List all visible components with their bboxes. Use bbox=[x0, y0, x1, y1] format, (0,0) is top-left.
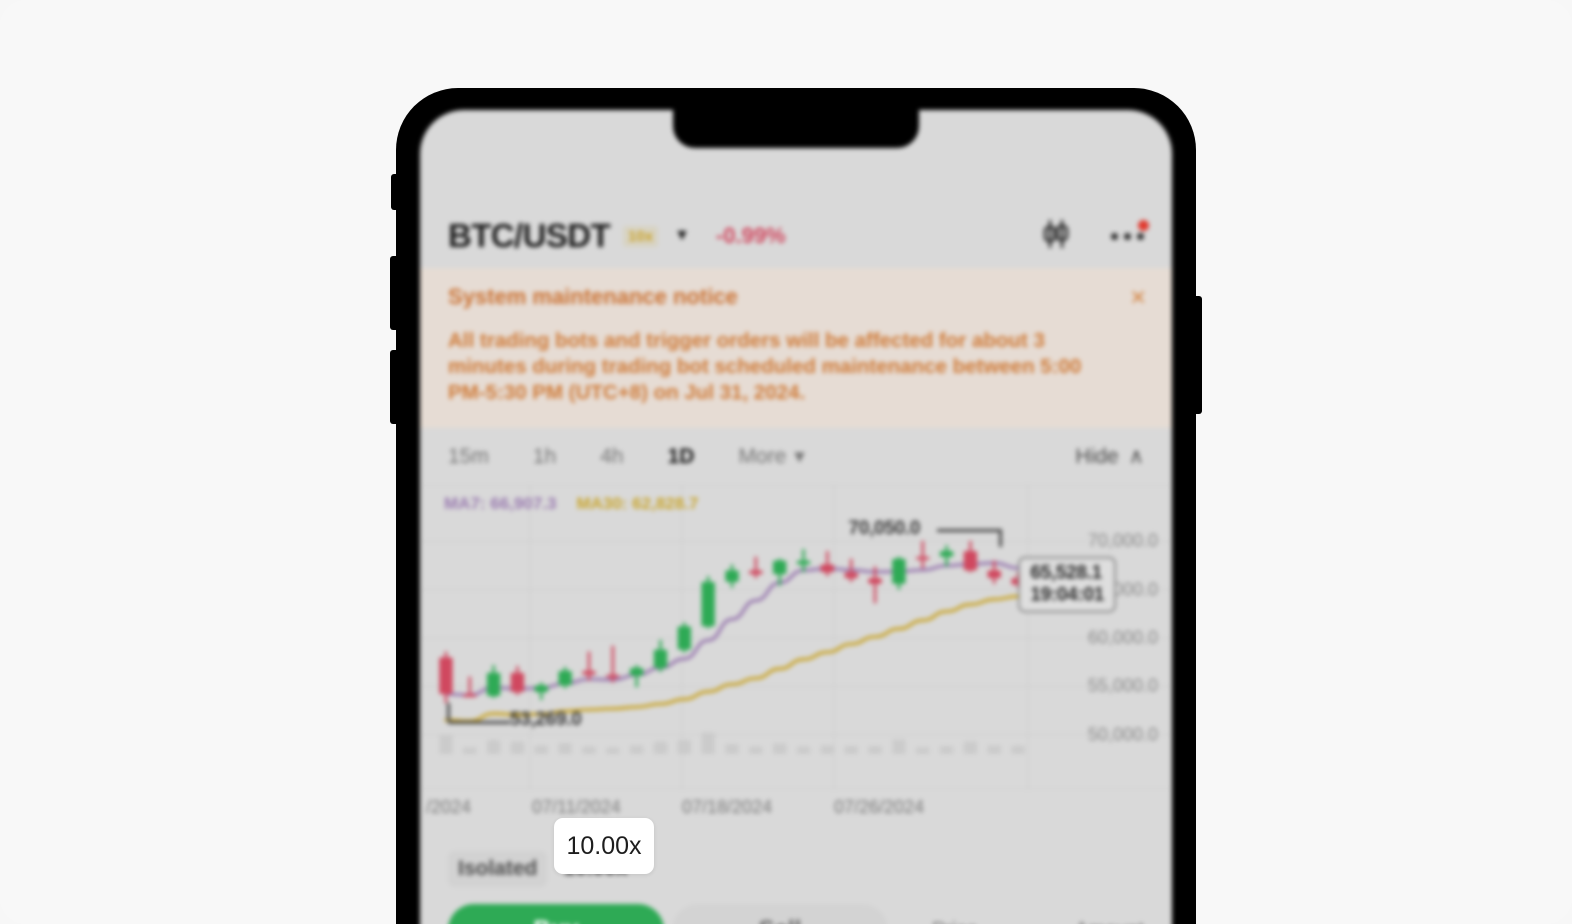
phone-notch bbox=[673, 110, 919, 148]
power-button[interactable] bbox=[1194, 296, 1202, 414]
price-tick: 50,000.0 bbox=[1087, 724, 1158, 745]
high-annotation-tick bbox=[998, 528, 1002, 547]
chevron-down-icon: ▾ bbox=[794, 445, 805, 469]
tab-15m[interactable]: 15m bbox=[448, 445, 489, 469]
banner-title: System maintenance notice bbox=[448, 284, 738, 309]
last-price-value: 65,528.1 bbox=[1030, 562, 1102, 584]
page-title: BTC/USDT bbox=[448, 217, 611, 254]
more-horizontal-icon[interactable] bbox=[1111, 219, 1149, 240]
volume-bars bbox=[439, 732, 1025, 755]
phone-frame: BTC/USDT 10x ▼ -0.99% System maintenance… bbox=[390, 88, 1202, 924]
date-tick: 07/18/2024 bbox=[682, 797, 773, 818]
buy-button[interactable]: Buy bbox=[448, 904, 664, 924]
maintenance-banner: System maintenance notice × All trading … bbox=[420, 268, 1172, 429]
ma-legend: MA7: 66,907.3 MA30: 62,828.7 bbox=[444, 494, 698, 514]
order-section: Isolated 10.00x Buy Sell Price Amount bbox=[420, 830, 1172, 924]
high-annotation: 70,050.0 bbox=[848, 517, 921, 539]
order-form-labels: Price Amount bbox=[888, 919, 1144, 924]
chevron-up-icon: ∧ bbox=[1128, 445, 1144, 469]
leverage-tooltip-value: 10.00x bbox=[566, 831, 642, 860]
volume-up-button[interactable] bbox=[390, 256, 398, 330]
candlestick-icon[interactable] bbox=[1039, 217, 1073, 256]
date-tick: 07/26/2024 bbox=[834, 797, 925, 818]
buy-sell-row: Buy Sell Price Amount bbox=[448, 904, 1144, 924]
hide-chart-toggle[interactable]: Hide ∧ bbox=[1075, 444, 1144, 469]
phone-screen: BTC/USDT 10x ▼ -0.99% System maintenance… bbox=[420, 110, 1172, 924]
price-tick: 60,000.0 bbox=[1087, 627, 1158, 648]
tab-1h[interactable]: 1h bbox=[533, 445, 556, 469]
price-change-percent: -0.99% bbox=[715, 223, 786, 248]
sell-button[interactable]: Sell bbox=[672, 904, 888, 924]
price-tick: 70,000.0 bbox=[1087, 530, 1158, 551]
chevron-down-icon[interactable]: ▼ bbox=[674, 227, 690, 245]
timeframe-bar: 15m 1h 4h 1D More ▾ Hide ∧ bbox=[420, 428, 1172, 487]
notification-dot bbox=[1138, 219, 1149, 231]
date-tick: 07/11/2024 bbox=[532, 797, 621, 818]
page-canvas: BTC/USDT 10x ▼ -0.99% System maintenance… bbox=[0, 0, 1572, 924]
volume-down-button[interactable] bbox=[390, 350, 398, 424]
price-chart[interactable]: MA7: 66,907.3 MA30: 62,828.7 70,050.0 53… bbox=[420, 486, 1172, 789]
low-annotation-tick bbox=[446, 703, 450, 722]
banner-body: All trading bots and trigger orders will… bbox=[448, 329, 1082, 405]
price-axis: 70,000.0 65,000.0 60,000.0 55,000.0 50,000.0 bbox=[1012, 486, 1172, 788]
ma30-line bbox=[444, 594, 1020, 723]
tab-more-label: More bbox=[738, 444, 787, 468]
ma30-legend: MA30: 62,828.7 bbox=[576, 494, 699, 514]
tab-4h[interactable]: 4h bbox=[600, 445, 623, 469]
hide-label: Hide bbox=[1075, 444, 1119, 468]
app-header: BTC/USDT 10x ▼ -0.99% bbox=[420, 204, 1172, 268]
silence-switch-button[interactable] bbox=[391, 174, 398, 210]
candles bbox=[439, 540, 1025, 704]
date-tick: /2024 bbox=[426, 797, 472, 818]
margin-row: Isolated 10.00x bbox=[448, 846, 1144, 892]
leverage-badge[interactable]: 10x bbox=[623, 225, 659, 247]
price-tick: 55,000.0 bbox=[1087, 675, 1158, 696]
low-annotation-line bbox=[447, 721, 510, 725]
amount-label: Amount bbox=[1075, 919, 1144, 924]
leverage-tooltip[interactable]: 10.00x bbox=[554, 818, 654, 874]
close-icon[interactable]: × bbox=[1130, 284, 1146, 311]
date-axis: /2024 07/11/2024 07/18/2024 07/26/2024 bbox=[420, 788, 1172, 831]
price-label: Price bbox=[932, 919, 978, 924]
tab-more[interactable]: More ▾ bbox=[738, 444, 804, 469]
low-annotation: 53,269.0 bbox=[509, 709, 582, 731]
ma7-legend: MA7: 66,907.3 bbox=[444, 494, 557, 514]
margin-mode-button[interactable]: Isolated bbox=[448, 851, 548, 888]
last-price-time: 19:04:01 bbox=[1030, 584, 1104, 606]
tab-1d[interactable]: 1D bbox=[668, 445, 695, 469]
high-annotation-line bbox=[936, 528, 999, 532]
last-price-badge: 65,528.1 19:04:01 bbox=[1018, 556, 1116, 614]
